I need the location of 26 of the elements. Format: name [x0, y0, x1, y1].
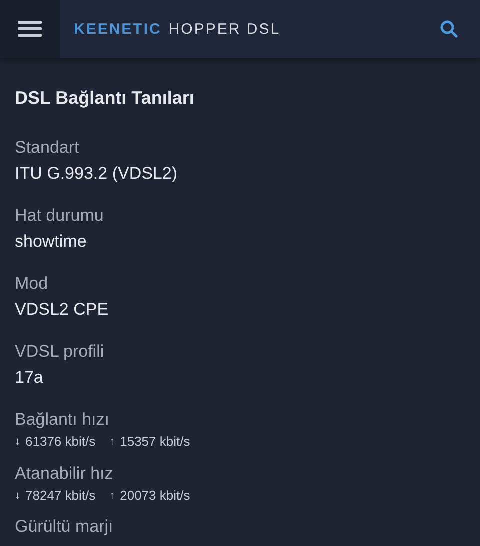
download-rate: 78247 kbit/s — [26, 487, 96, 505]
menu-icon — [18, 20, 42, 38]
field-label: Hat durumu — [15, 205, 105, 227]
down-arrow: ↓ — [15, 489, 20, 504]
field-label: Atanabilir hız — [15, 463, 114, 485]
field-label: Mod — [15, 273, 50, 295]
down-arrow: ↓ — [15, 435, 20, 450]
field-label: Gürültü marjı — [15, 517, 114, 536]
field-value: ITU G.993.2 (VDSL2) — [15, 163, 179, 185]
download-rate: 61376 kbit/s — [26, 433, 96, 451]
menu-button[interactable] — [0, 0, 60, 58]
field-value: 17a — [15, 367, 44, 389]
field-label: Standart — [15, 137, 80, 159]
search-icon — [440, 20, 458, 38]
field-value: showtime — [15, 231, 88, 253]
field-value: VDSL2 CPE — [15, 299, 110, 321]
field-label: VDSL profili — [15, 341, 106, 363]
upload-rate: 15357 kbit/s — [120, 433, 190, 451]
up-arrow: ↑ — [110, 489, 116, 504]
brand-name: KEENETIC — [74, 20, 162, 38]
up-arrow: ↑ — [110, 435, 116, 450]
page-title: DSL Bağlantı Tanıları — [15, 88, 196, 109]
upload-rate: 20073 kbit/s — [120, 487, 190, 505]
field-label: Bağlantı hızı — [15, 409, 111, 431]
search-button[interactable] — [440, 20, 458, 38]
device-model: HOPPER DSL — [168, 20, 281, 38]
